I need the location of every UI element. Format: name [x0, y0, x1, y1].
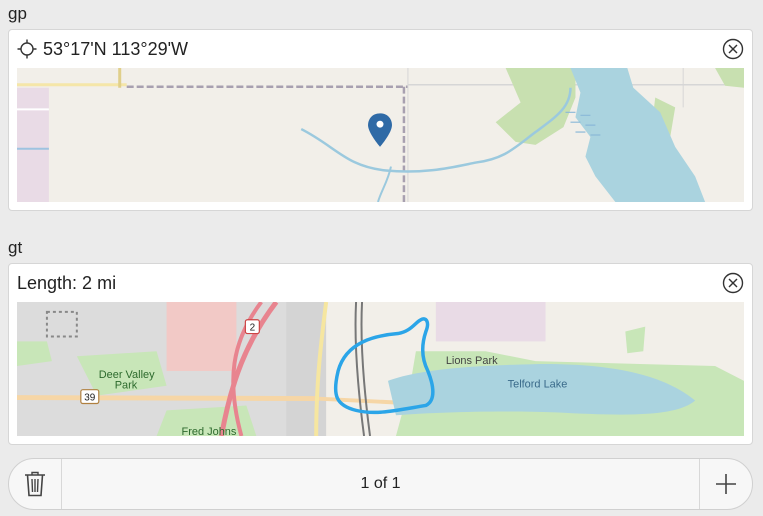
route-2-label: 2 [250, 323, 256, 334]
point-coordinates: 53°17'N 113°29'W [43, 38, 189, 59]
map-label-fred-johns: Fred Johns [182, 426, 237, 436]
map-label-telford-lake: Telford Lake [508, 379, 568, 391]
route-39-label: 39 [84, 393, 96, 404]
map-label-lions-park: Lions Park [446, 355, 498, 367]
close-circle-icon [722, 38, 744, 60]
delete-button[interactable] [9, 459, 61, 509]
close-circle-icon [722, 272, 744, 294]
crosshair-icon[interactable] [17, 39, 43, 59]
track-field-header: Length: 2 mi [9, 264, 752, 302]
clear-track-button[interactable] [722, 272, 744, 294]
plus-icon [716, 474, 736, 494]
point-field-label: gp [8, 4, 27, 23]
track-map[interactable]: 2 39 Deer Valley Park Lions Park Telford… [17, 302, 744, 436]
track-length: Length: 2 mi [17, 272, 117, 293]
page-indicator: 1 of 1 [360, 475, 401, 492]
route-39-shield: 39 [80, 389, 100, 405]
trash-icon [25, 471, 45, 497]
track-field-label: gt [8, 238, 23, 257]
route-2-shield: 2 [244, 319, 260, 335]
pager-bar: 1 of 1 [8, 458, 753, 510]
clear-point-button[interactable] [722, 38, 744, 60]
point-field-header: 53°17'N 113°29'W [9, 30, 752, 68]
point-field-card: 53°17'N 113°29'W [8, 29, 753, 211]
track-field-card: Length: 2 mi 2 39 Deer Valley Park Lions… [8, 263, 753, 445]
map-label-park: Park [115, 380, 138, 392]
point-map[interactable] [17, 68, 744, 202]
add-button[interactable] [700, 459, 752, 509]
